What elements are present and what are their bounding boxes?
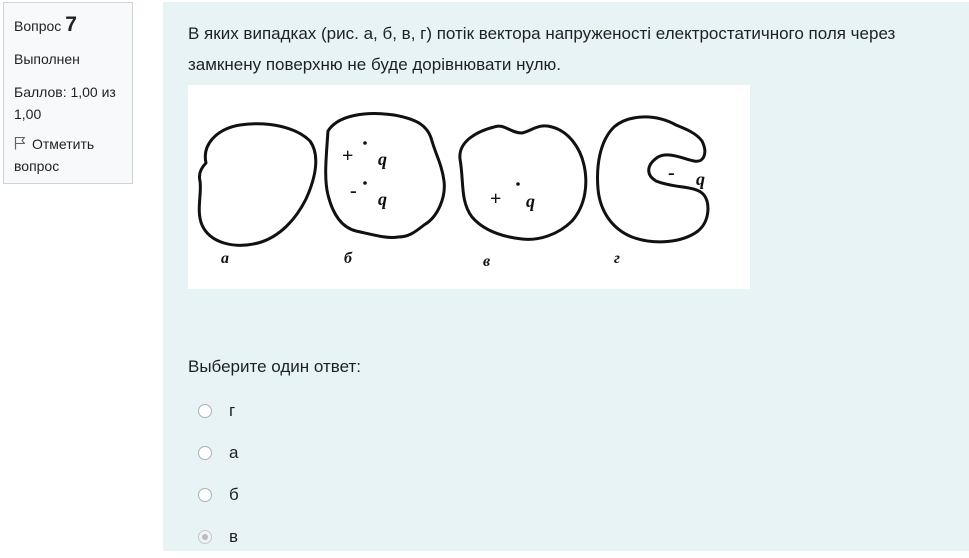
flag-label: Отметить вопрос (14, 136, 95, 174)
answer-label: в (229, 527, 239, 546)
answer-option-g[interactable]: г (198, 390, 239, 432)
question-grade: Баллов: 1,00 из 1,00 (14, 84, 116, 122)
question-text: В яких випадках (рис. а, б, в, г) потік … (188, 24, 896, 74)
charge-sign-g: - (668, 162, 675, 184)
question-figure: + q - q + q - q а б в г (188, 85, 750, 289)
answer-prompt: Выберите один ответ: (188, 357, 361, 376)
charge-name-b1: q (378, 149, 387, 169)
charge-name-v: q (526, 191, 535, 211)
radio-button[interactable] (198, 446, 212, 460)
flag-icon (14, 136, 26, 150)
question-number: 7 (65, 13, 77, 36)
surface-a (197, 122, 318, 247)
figure-label-a: а (221, 250, 229, 267)
charge-sign-b2: - (350, 180, 357, 202)
surface-g (596, 115, 710, 244)
charge-sign-b1: + (342, 145, 353, 167)
question-label: Вопрос (14, 18, 62, 34)
charge-dot-b2 (363, 181, 367, 185)
surface-b (324, 112, 446, 239)
question-content: В яких випадках (рис. а, б, в, г) потік … (163, 2, 969, 551)
figure-label-v: в (483, 253, 490, 270)
answer-label: а (229, 443, 239, 462)
question-number-row: Вопрос 7 (14, 13, 124, 37)
charge-dot-v (516, 182, 520, 186)
answer-option-v[interactable]: в (198, 516, 239, 558)
radio-button[interactable] (198, 404, 212, 418)
figure-label-g: г (614, 250, 620, 267)
radio-button[interactable] (198, 488, 212, 502)
radio-button[interactable] (198, 530, 212, 544)
flag-question-link[interactable]: Отметить вопрос (14, 133, 124, 177)
answer-option-a[interactable]: а (198, 432, 239, 474)
charge-dot-b1 (363, 141, 367, 145)
charge-name-b2: q (378, 189, 387, 209)
charge-sign-v: + (490, 188, 501, 210)
answer-option-b[interactable]: б (198, 474, 239, 516)
answer-label: б (229, 485, 239, 504)
question-info-panel: Вопрос 7 Выполнен Баллов: 1,00 из 1,00 О… (3, 2, 133, 184)
closed-surfaces-diagram: + q - q + q - q а б в г (197, 112, 710, 270)
surface-v (458, 124, 588, 241)
question-state: Выполнен (14, 51, 80, 67)
answer-label: г (229, 401, 236, 420)
answer-options: г а б в (198, 390, 239, 558)
charge-name-g: q (696, 169, 705, 189)
figure-label-b: б (344, 250, 353, 267)
